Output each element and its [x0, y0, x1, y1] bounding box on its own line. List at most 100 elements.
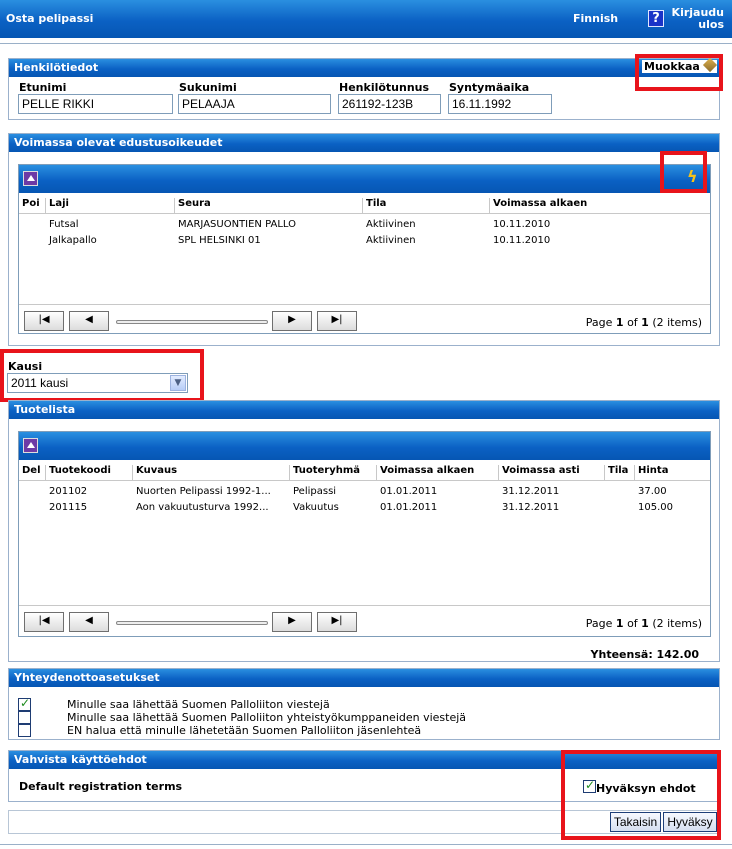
- label-ssn: Henkilötunnus: [339, 81, 430, 94]
- next-page-icon: ▶: [288, 314, 296, 325]
- rights-section: Voimassa olevat edustusoikeudet ϟ Poi La…: [8, 133, 720, 346]
- first-page-button[interactable]: |◀: [24, 311, 64, 331]
- cell-kuvaus: Aon vakuutusturva 1992...: [136, 502, 269, 513]
- prev-page-icon: ◀: [85, 314, 93, 325]
- highlight-box-terms: [561, 750, 721, 840]
- highlight-box-season: [0, 349, 204, 402]
- page-slider[interactable]: [116, 621, 268, 625]
- first-page-button[interactable]: |◀: [24, 612, 64, 632]
- logout-link[interactable]: Kirjaudu ulos: [670, 7, 724, 31]
- prev-page-button[interactable]: ◀: [69, 311, 109, 331]
- cell-hinta: 37.00: [638, 486, 667, 497]
- cell-tuoteryhma: Vakuutus: [293, 502, 339, 513]
- next-page-button[interactable]: ▶: [272, 311, 312, 331]
- page-prefix: Page: [585, 617, 613, 630]
- last-page-button[interactable]: ▶|: [317, 612, 357, 632]
- page-slider[interactable]: [116, 320, 268, 324]
- col-voimassa-alkaen[interactable]: Voimassa alkaen: [376, 465, 474, 480]
- col-tila[interactable]: Tila: [362, 198, 386, 213]
- table-row[interactable]: Jalkapallo SPL HELSINKI 01 Aktiivinen 10…: [19, 233, 710, 249]
- col-voimassa-asti[interactable]: Voimassa asti: [498, 465, 580, 480]
- page-info: Page 1 of 1 (2 items): [586, 316, 702, 329]
- section-header-rights: Voimassa olevat edustusoikeudet: [9, 134, 719, 152]
- rights-grid: ϟ Poi Laji Seura Tila Voimassa alkaen Fu…: [18, 164, 711, 334]
- page-of: of: [627, 316, 638, 329]
- table-row[interactable]: 201102 Nuorten Pelipassi 1992-1... Pelip…: [19, 484, 710, 500]
- col-tuoteryhma[interactable]: Tuoteryhmä: [289, 465, 360, 480]
- cell-tila: Aktiivinen: [366, 219, 416, 230]
- last-page-button[interactable]: ▶|: [317, 311, 357, 331]
- col-voimassa-alkaen[interactable]: Voimassa alkaen: [489, 198, 587, 213]
- col-kuvaus[interactable]: Kuvaus: [132, 465, 177, 480]
- products-grid-toolbar: [19, 432, 710, 460]
- page-current: 1: [615, 617, 624, 630]
- help-icon[interactable]: ?: [648, 10, 664, 27]
- table-row[interactable]: Futsal MARJASUONTIEN PALLO Aktiivinen 10…: [19, 217, 710, 233]
- contact-option-checkbox[interactable]: [18, 696, 31, 711]
- language-link[interactable]: Finnish: [573, 12, 618, 25]
- contact-option-label: EN halua että minulle lähetetään Suomen …: [67, 724, 422, 737]
- lastname-field[interactable]: PELAAJA: [178, 94, 331, 114]
- contact-option-label: Minulle saa lähettää Suomen Palloliiton …: [67, 711, 467, 724]
- last-page-icon: ▶|: [331, 314, 343, 325]
- section-header-contact: Yhteydenottoasetukset: [9, 669, 719, 687]
- cell-seura: SPL HELSINKI 01: [178, 235, 261, 246]
- expand-icon[interactable]: [23, 171, 38, 186]
- total-sum: Yhteensä: 142.00: [590, 648, 699, 661]
- cell-laji: Futsal: [49, 219, 79, 230]
- divider: [0, 43, 732, 44]
- col-hinta[interactable]: Hinta: [634, 465, 668, 480]
- cell-alkaen: 01.01.2011: [380, 486, 438, 497]
- next-page-button[interactable]: ▶: [272, 612, 312, 632]
- ssn-field[interactable]: 261192-123B: [338, 94, 441, 114]
- page-of: of: [627, 617, 638, 630]
- products-column-headers: Del Tuotekoodi Kuvaus Tuoteryhmä Voimass…: [19, 462, 710, 481]
- terms-text: Default registration terms: [19, 780, 183, 793]
- page-total: 1: [641, 316, 649, 329]
- last-page-icon: ▶|: [331, 615, 343, 626]
- rights-pager: |◀ ◀ ▶ ▶| Page 1 of 1 (2 items): [19, 304, 710, 334]
- table-row[interactable]: 201115 Aon vakuutusturva 1992... Vakuutu…: [19, 500, 710, 516]
- cell-alkaen: 01.01.2011: [380, 502, 438, 513]
- label-lastname: Sukunimi: [179, 81, 237, 94]
- prev-page-icon: ◀: [85, 615, 93, 626]
- col-laji[interactable]: Laji: [45, 198, 69, 213]
- products-section: Tuotelista Del Tuotekoodi Kuvaus Tuotery…: [8, 400, 720, 662]
- firstname-field[interactable]: PELLE RIKKI: [18, 94, 173, 114]
- col-seura[interactable]: Seura: [174, 198, 211, 213]
- col-poi[interactable]: Poi: [19, 198, 40, 213]
- rights-grid-toolbar: ϟ: [19, 165, 710, 193]
- birthdate-field[interactable]: 16.11.1992: [448, 94, 552, 114]
- page-info: Page 1 of 1 (2 items): [586, 617, 702, 630]
- cell-tuotekoodi: 201102: [49, 486, 88, 497]
- col-del[interactable]: Del: [19, 465, 41, 480]
- contact-option-checkbox[interactable]: [18, 711, 31, 724]
- page-title: Osta pelipassi: [6, 12, 94, 25]
- cell-asti: 31.12.2011: [502, 502, 560, 513]
- page-items: (2 items): [652, 316, 702, 329]
- cell-tuotekoodi: 201115: [49, 502, 88, 513]
- contact-option-label: Minulle saa lähettää Suomen Palloliiton …: [67, 698, 330, 711]
- rights-column-headers: Poi Laji Seura Tila Voimassa alkaen: [19, 195, 710, 214]
- expand-icon[interactable]: [23, 438, 38, 453]
- prev-page-button[interactable]: ◀: [69, 612, 109, 632]
- divider: [0, 844, 732, 845]
- cell-alkaen: 10.11.2010: [493, 235, 551, 246]
- cell-tuoteryhma: Pelipassi: [293, 486, 337, 497]
- logout-label-line2: ulos: [698, 18, 724, 31]
- section-header-personal: Henkilötiedot: [9, 59, 719, 77]
- highlight-box-edit: [635, 54, 723, 91]
- col-tila[interactable]: Tila: [604, 465, 628, 480]
- products-grid: Del Tuotekoodi Kuvaus Tuoteryhmä Voimass…: [18, 431, 711, 637]
- highlight-box-lightning: [660, 151, 707, 193]
- contact-option-checkbox[interactable]: [18, 724, 31, 737]
- section-header-products: Tuotelista: [9, 401, 719, 419]
- top-bar: Osta pelipassi Finnish ? Kirjaudu ulos: [0, 0, 732, 38]
- page-prefix: Page: [585, 316, 613, 329]
- cell-kuvaus: Nuorten Pelipassi 1992-1...: [136, 486, 271, 497]
- next-page-icon: ▶: [288, 615, 296, 626]
- page-current: 1: [615, 316, 624, 329]
- cell-hinta: 105.00: [638, 502, 673, 513]
- col-tuotekoodi[interactable]: Tuotekoodi: [45, 465, 111, 480]
- page-items: (2 items): [652, 617, 702, 630]
